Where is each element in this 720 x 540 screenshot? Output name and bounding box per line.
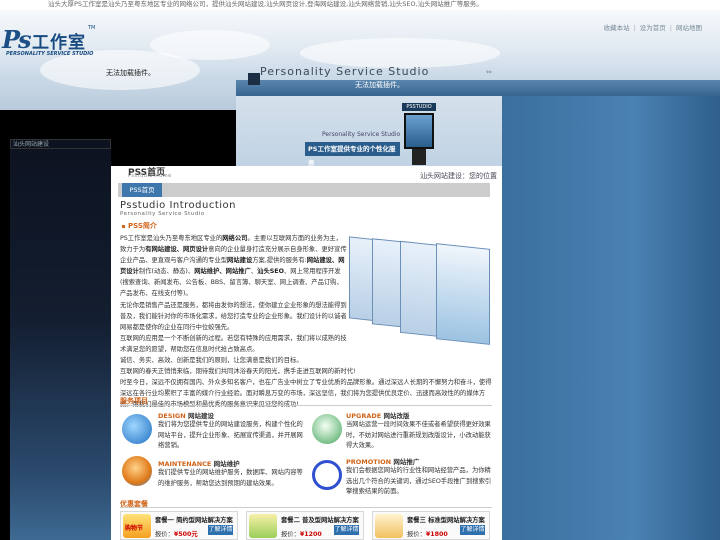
packages-divider — [120, 507, 492, 508]
package-3-details-button[interactable]: 了解详情 — [460, 525, 485, 535]
studio-slogan: PS工作室提供专业的个性化服务 — [305, 142, 400, 167]
left-image-placeholder: 汕头网站建设 — [10, 139, 111, 149]
package-2-price: 报价：¥1200 — [281, 531, 322, 538]
package-1-image: 购物节 — [123, 514, 151, 538]
logo-tm: TM — [88, 25, 96, 31]
service-promotion-desc: 我们会根据您网站的行业性和网站经营产品，为你精选出几个符合的关键词，通过SEO手… — [346, 467, 492, 495]
intro-paragraph-2: 诚信、务实、高效、创新是我们的原则，让您满意是我们的目标。 互联网的春天正悄悄来… — [120, 357, 492, 408]
package-card-2: 套餐二 普及型网站解决方案 报价：¥1200 了解详情 — [246, 511, 364, 540]
package-2-image — [249, 514, 277, 538]
plugin-missing-message-2: 无法加载插件。 — [355, 81, 404, 89]
logo-ps: Ps — [2, 25, 32, 54]
upgrade-icon — [312, 414, 342, 444]
package-card-1: 购物节 套餐一 简约型网站解决方案 报价：¥500元 了解详情 — [120, 511, 238, 540]
bookmark-link[interactable]: 收藏本站 — [604, 22, 630, 32]
service-promotion-title[interactable]: PROMOTION 网站推广 — [346, 456, 419, 466]
package-3-image — [375, 514, 403, 538]
package-3-title: 套餐三 标准型网站解决方案 — [407, 517, 485, 524]
package-1-title: 套餐一 简约型网站解决方案 — [155, 517, 233, 524]
package-2-details-button[interactable]: 了解详情 — [334, 525, 359, 535]
intro-heading: PSS简介 — [122, 221, 157, 231]
service-maintenance-title[interactable]: MAINTENANCE 网站维护 — [158, 458, 240, 468]
right-decoration — [502, 96, 720, 540]
pss-label: Personality Service Studio — [322, 131, 401, 138]
breadcrumb-subtitle: Psstudio Home — [128, 173, 172, 179]
service-design-desc: 我们将为您提供专业的网站建设服务，构建个性化的网站平台，提升企业形象、拓展宣传渠… — [158, 421, 303, 449]
page-root: 汕头大厚PS工作室是汕头乃至粤东地区专业的网络公司，提供汕头网站建设,汕头网页设… — [0, 0, 720, 540]
service-design-title[interactable]: DESIGN 网站建设 — [158, 410, 214, 420]
plugin-missing-message: 无法加载插件。 — [106, 69, 155, 77]
screenshot-thumb-4 — [436, 243, 490, 345]
kiosk-image: PSSTUDIO — [402, 103, 436, 165]
arrow-icon: ⇔ — [486, 68, 492, 76]
package-card-3: 套餐三 标准型网站解决方案 报价：¥1800 了解详情 — [372, 511, 490, 540]
maintenance-icon — [122, 456, 152, 486]
banner-square — [248, 73, 260, 85]
kiosk-label: PSSTUDIO — [402, 103, 436, 111]
sitemap-link[interactable]: 网站地图 — [676, 22, 702, 32]
services-divider — [120, 405, 492, 406]
kiosk-screen — [404, 113, 434, 149]
breadcrumb-location: 汕头网站建设：您的位置 — [420, 172, 497, 180]
service-upgrade-title[interactable]: UPGRADE 网站改版 — [346, 410, 410, 420]
site-description-bar: 汕头大厚PS工作室是汕头乃至粤东地区专业的网络公司，提供汕头网站建设,汕头网页设… — [0, 0, 720, 10]
intro-subtitle: Personality Service Studio — [120, 211, 205, 217]
ie-icon — [122, 414, 152, 444]
logo-cn: 工作室 — [32, 33, 86, 53]
package-1-details-button[interactable]: 了解详情 — [208, 525, 233, 535]
left-sidebar — [10, 139, 111, 540]
service-upgrade-desc: 当网站运营一段时间效果不佳或者希望获得更好效果时，不妨对网站进行重新规划改版设计… — [346, 421, 491, 449]
tab-home[interactable]: PSS首页 — [122, 183, 162, 197]
package-3-price: 报价：¥1800 — [407, 531, 448, 538]
service-maintenance-desc: 我们提供专业的网站维护服务，数据库、网站内容等的维护服务，帮助您达到预期的建站效… — [158, 469, 303, 487]
site-logo[interactable]: Ps 工作室 TM PERSONALITY SERVICE STUDIO — [2, 25, 100, 59]
baidu-icon — [312, 460, 342, 490]
kiosk-stand — [412, 149, 426, 165]
logo-subtitle: PERSONALITY SERVICE STUDIO — [6, 51, 94, 57]
intro-title: Psstudio Introduction — [120, 200, 237, 211]
top-links: 收藏本站 | 设为首页 | 网站地图 — [603, 22, 702, 32]
package-2-title: 套餐二 普及型网站解决方案 — [281, 517, 359, 524]
studio-title: Personality Service Studio — [260, 65, 430, 78]
set-homepage-link[interactable]: 设为首页 — [640, 22, 666, 32]
tab-bar — [118, 183, 490, 197]
banner-stripe — [236, 80, 720, 96]
package-1-price: 报价：¥500元 — [155, 531, 198, 538]
intro-paragraph-1: PS工作室是汕头乃至粤东地区专业的网络公司。主要以互联网方面的业务为主，致力于为… — [120, 235, 347, 353]
